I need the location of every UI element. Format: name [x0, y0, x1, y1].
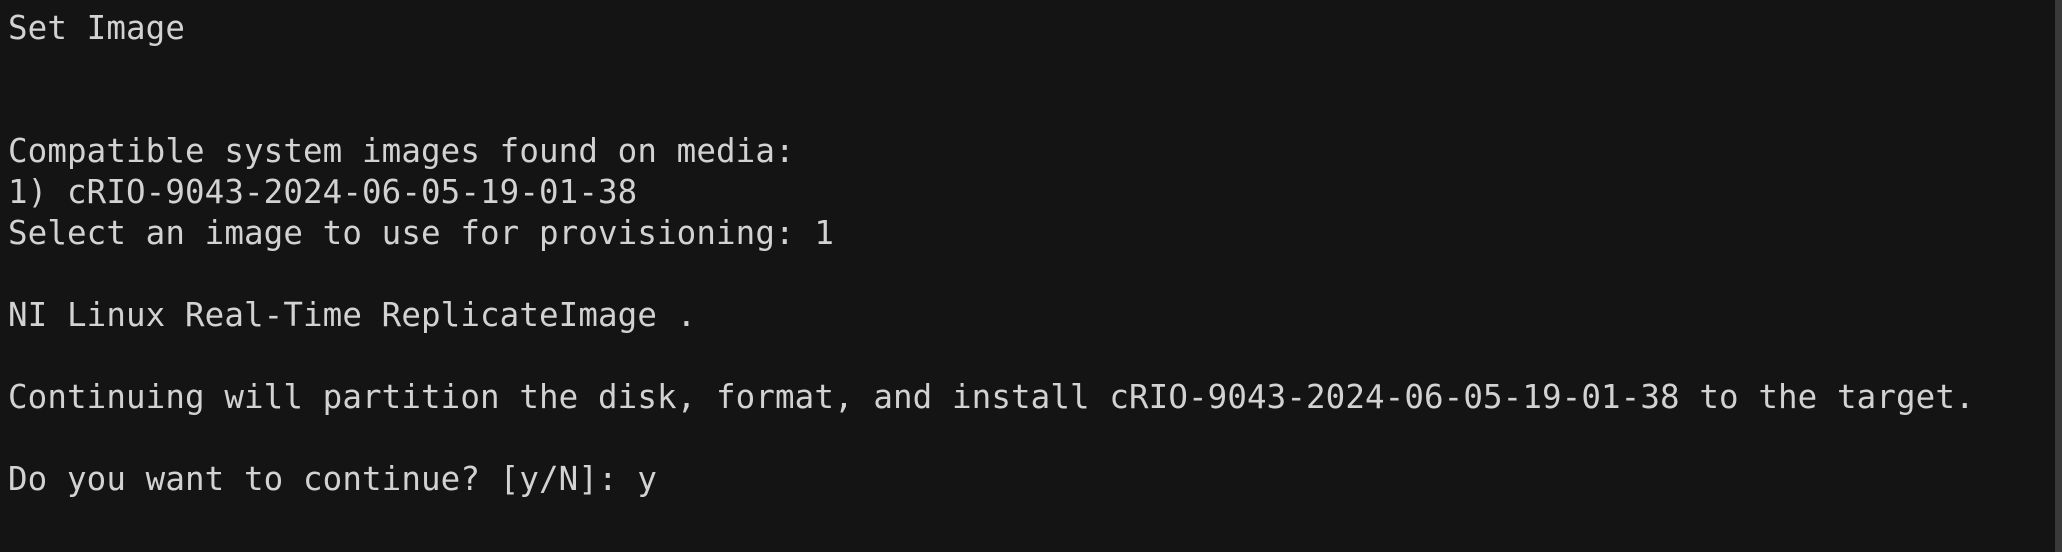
- replicate-image-header: NI Linux Real-Time ReplicateImage .: [8, 296, 697, 334]
- continue-confirmation-prompt[interactable]: Do you want to continue? [y/N]: y: [8, 459, 2062, 500]
- images-found-heading: Compatible system images found on media:: [8, 132, 795, 170]
- image-option-1: 1) cRIO-9043-2024-06-05-19-01-38: [8, 173, 638, 211]
- window-edge: [2055, 0, 2062, 552]
- terminal-window[interactable]: Set Image Compatible system images found…: [0, 0, 2062, 552]
- screen-title: Set Image: [8, 9, 185, 47]
- select-image-prompt[interactable]: Select an image to use for provisioning:…: [8, 213, 2062, 254]
- partition-warning-message: Continuing will partition the disk, form…: [8, 378, 1975, 416]
